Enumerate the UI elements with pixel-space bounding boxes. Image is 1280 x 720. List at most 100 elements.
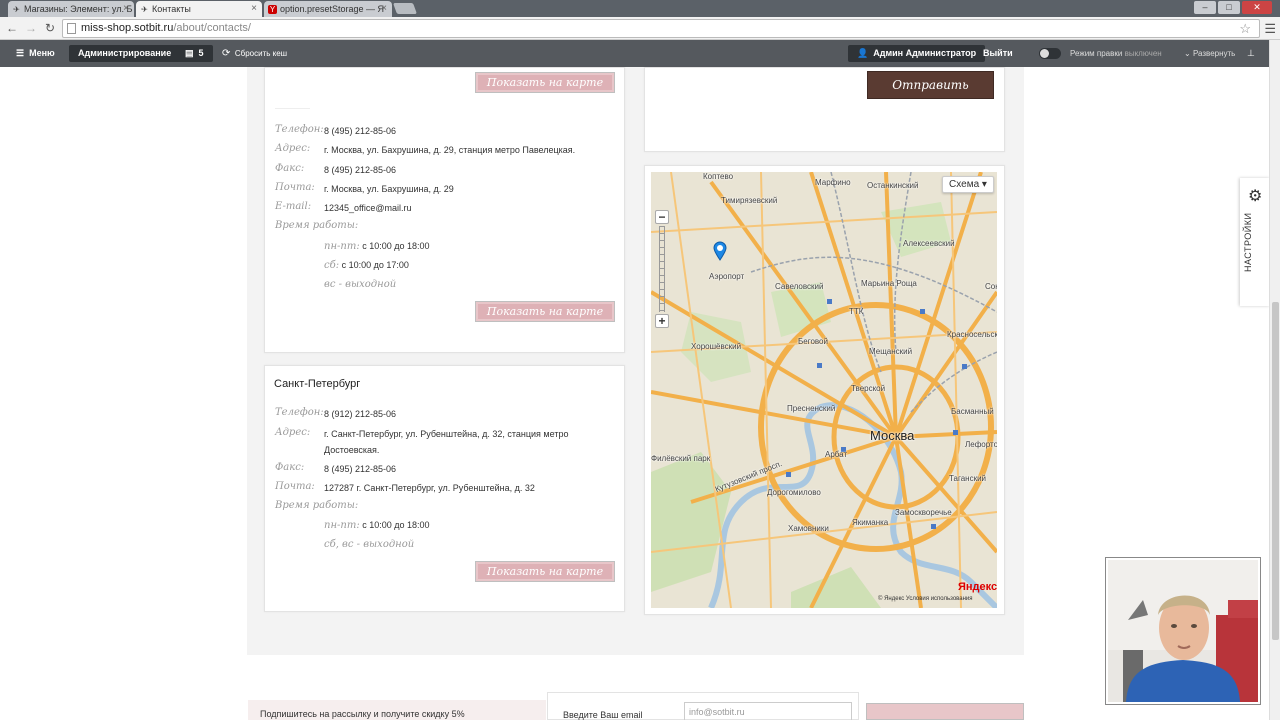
city-title: Санкт-Петербург (274, 378, 361, 390)
zoom-in-button[interactable]: + (655, 314, 669, 328)
yandex-logo: Яндекс (958, 581, 998, 593)
close-icon[interactable]: × (251, 3, 257, 14)
address-label: Адрес: (275, 427, 311, 438)
map-pin-icon[interactable] (713, 241, 727, 261)
map-label: Таганский (949, 474, 987, 483)
edit-mode-status: Режим правки выключен (1070, 40, 1162, 67)
weekday-hours: пн-пт: с 10:00 до 18:00 (324, 241, 430, 252)
address-value-line1: г. Санкт-Петербург, ул. Рубенштейна, д. … (324, 429, 569, 439)
subscribe-button[interactable] (866, 703, 1024, 720)
address-value-line2: Достоевская. (324, 445, 380, 455)
email-field[interactable]: info@sotbit.ru (684, 702, 852, 720)
email-label: E-mail: (275, 201, 312, 212)
close-window-icon[interactable]: ✕ (1242, 1, 1272, 14)
subscribe-banner: Подпишитесь на рассылку и получите скидк… (248, 700, 546, 720)
clear-cache-label: Сбросить кеш (234, 49, 288, 58)
divider (275, 108, 310, 109)
browser-tab-1[interactable]: ✈ Магазины: Элемент: ул. Б × (8, 1, 134, 17)
mail-label: Почта: (275, 481, 315, 492)
notifications-button[interactable]: ▤ 5 (176, 45, 213, 62)
map-label: Савеловский (775, 282, 824, 291)
browser-tab-3[interactable]: Y option.presetStorage — Я × (264, 1, 392, 17)
hamburger-icon: ☰ (16, 48, 25, 58)
show-on-map-label: Показать на карте (478, 75, 612, 90)
map-label: Сокольники (985, 282, 997, 291)
minimize-icon[interactable]: – (1194, 1, 1216, 14)
zoom-out-button[interactable]: − (655, 210, 669, 224)
mail-label: Почта: (275, 182, 315, 193)
gear-icon: ⚙ (1248, 188, 1263, 205)
send-button[interactable]: Отправить (867, 71, 994, 99)
fax-value: 8 (495) 212-85-06 (324, 165, 397, 175)
zoom-slider[interactable] (659, 226, 665, 312)
map-layer-select[interactable]: Схема ▾ (942, 176, 994, 193)
fax-label: Факс: (275, 163, 305, 174)
maximize-icon[interactable]: □ (1218, 1, 1240, 14)
show-on-map-button[interactable]: Показать на карте (475, 301, 615, 322)
admin-menu-button[interactable]: ☰ Меню (16, 40, 55, 67)
admin-panel: ☰ Меню Администрирование ▤ 5 ⟳ Сбросить … (0, 40, 1269, 67)
logout-button[interactable]: Выйти (983, 40, 1013, 67)
administration-label: Администрирование (78, 48, 172, 58)
yandex-icon: Y (268, 5, 277, 14)
map-label: Тимирязевский (721, 196, 778, 205)
admin-user-button[interactable]: 👤 Админ Администратор (848, 45, 986, 62)
expand-button[interactable]: ⌄ Развернуть (1184, 40, 1235, 67)
map-label: Арбат (825, 450, 848, 459)
refresh-icon: ⟳ (222, 48, 231, 59)
back-icon[interactable]: ← (5, 21, 19, 35)
bookmark-star-icon[interactable]: ☆ (1239, 21, 1251, 37)
map-label: Марфино (815, 178, 851, 187)
map-label: Басманный (951, 407, 994, 416)
new-tab-button[interactable] (392, 3, 418, 14)
map-copyright[interactable]: © Яндекс Условия использования (878, 596, 973, 602)
forward-icon[interactable]: → (24, 21, 38, 35)
hours-label: Время работы: (275, 220, 359, 231)
map-label: Мещанский (869, 347, 913, 356)
show-on-map-button[interactable]: Показать на карте (475, 72, 615, 93)
subscribe-form: Введите Ваш email info@sotbit.ru (547, 692, 859, 720)
address-label: Адрес: (275, 143, 311, 154)
mail-value: г. Москва, ул. Бахрушина, д. 29 (324, 184, 454, 194)
close-icon[interactable]: × (381, 3, 387, 14)
page-icon: ✈ (13, 5, 20, 14)
map-label: Пресненский (787, 404, 836, 413)
phone-label: Телефон: (275, 124, 324, 135)
scrollbar-thumb[interactable] (1272, 302, 1279, 640)
close-icon[interactable]: × (123, 3, 129, 14)
yandex-map[interactable]: Коптево Марфино Останкинский Тимирязевск… (651, 172, 997, 608)
map-label: Тверской (851, 384, 886, 393)
tab-title: option.presetStorage — Я (280, 4, 385, 14)
pin-icon[interactable]: ⊥ (1247, 40, 1255, 67)
tab-title: Магазины: Элемент: ул. Б (24, 4, 133, 14)
clear-cache-button[interactable]: ⟳ Сбросить кеш (222, 40, 287, 67)
weekday-label: пн-пт: (324, 241, 360, 252)
user-icon: 👤 (857, 48, 869, 58)
url-path: /about/contacts/ (173, 22, 251, 34)
administration-button[interactable]: Администрирование (69, 45, 181, 62)
map-label: ТТК (849, 307, 864, 316)
weekday-hours: пн-пт: с 10:00 до 18:00 (324, 520, 430, 531)
settings-side-tab[interactable]: ⚙ НАСТРОЙКИ (1240, 178, 1270, 306)
page-icon (67, 23, 76, 34)
browser-tab-2[interactable]: ✈ Контакты × (136, 1, 262, 17)
show-on-map-button[interactable]: Показать на карте (475, 561, 615, 582)
weekend-off: сб, вс - выходной (324, 539, 415, 550)
address-value: г. Москва, ул. Бахрушина, д. 29, станция… (324, 145, 576, 155)
reload-icon[interactable]: ↻ (43, 21, 57, 35)
page-icon: ✈ (141, 5, 148, 14)
webcam-overlay (1105, 557, 1261, 705)
map-label: Алексеевский (903, 239, 955, 248)
map-label: Хамовники (788, 524, 829, 533)
url-input[interactable]: miss-shop.sotbit.ru/about/contacts/ ☆ (62, 19, 1260, 38)
map-label: Хорошёвский (691, 342, 742, 351)
phone-value: 8 (912) 212-85-06 (324, 409, 397, 419)
edit-mode-toggle[interactable] (1039, 48, 1061, 59)
edit-mode-label: Режим правки (1070, 49, 1123, 58)
url-host: miss-shop.sotbit.ru (81, 22, 174, 34)
page-scrollbar[interactable] (1269, 40, 1280, 720)
map-label: Красносельский (947, 330, 997, 339)
settings-label: НАСТРОЙКИ (1243, 212, 1253, 273)
email-field-label: Введите Ваш email (563, 710, 643, 720)
browser-menu-icon[interactable]: ☰ (1264, 21, 1276, 37)
